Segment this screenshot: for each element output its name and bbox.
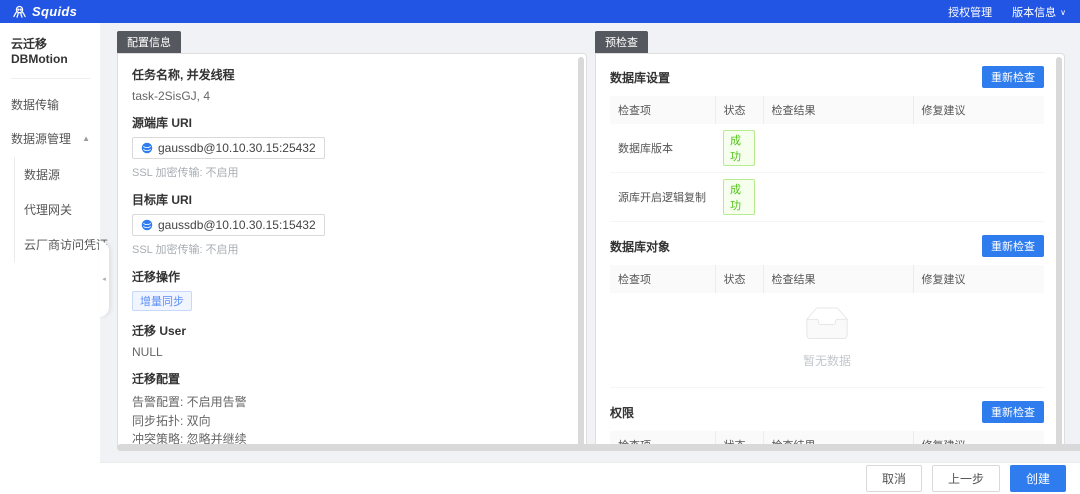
source-uri-field: 源端库 URI gaussdb@10.10.30.15:25432 SSL 加密… [132, 114, 566, 180]
section-database-objects: 数据库对象 重新检查 检查项 状态 检查结果 修复建议 暂无数据 [610, 235, 1044, 388]
precheck-panel: 预检查 数据库设置 重新检查 检查项 状态 检查结果 修复建议 数据库版本 成功… [595, 31, 1065, 462]
field-label: 任务名称, 并发线程 [132, 68, 235, 82]
empty-state: 暂无数据 [610, 293, 1044, 388]
col-fix-suggestion: 修复建议 [912, 96, 1044, 124]
section-database-settings: 数据库设置 重新检查 检查项 状态 检查结果 修复建议 数据库版本 成功 源库开… [610, 66, 1044, 222]
recheck-button[interactable]: 重新检查 [982, 401, 1044, 423]
task-name-value: task-2SisGJ, 4 [132, 89, 211, 103]
col-check-item: 检查项 [610, 265, 715, 293]
target-ssl-note: SSL 加密传输: 不启用 [132, 244, 239, 256]
cancel-button[interactable]: 取消 [865, 465, 922, 492]
create-button[interactable]: 创建 [1009, 465, 1066, 492]
section-title: 权限 [610, 405, 635, 420]
vertical-scrollbar[interactable] [578, 57, 584, 447]
sidebar-subgroup: 数据源 代理网关 云厂商访问凭证 [14, 157, 108, 262]
migration-config-field: 迁移配置 告警配置: 不启用告警 同步拓扑: 双向 冲突策略: 忽略并继续 是否… [132, 370, 566, 450]
migration-user-field: 迁移 User NULL [132, 322, 566, 359]
chevron-down-icon: ∨ [1060, 7, 1066, 17]
fix-suggestion [913, 172, 1044, 222]
check-table: 检查项 状态 检查结果 修复建议 数据库版本 成功 源库开启逻辑复制 成功 [610, 96, 1044, 222]
status-badge: 成功 [723, 130, 755, 166]
fix-suggestion [913, 124, 1044, 173]
config-panel: 配置信息 任务名称, 并发线程 task-2SisGJ, 4 源端库 URI g… [117, 31, 587, 462]
col-status: 状态 [714, 96, 763, 124]
target-uri-field: 目标库 URI gaussdb@10.10.30.15:15432 SSL 加密… [132, 191, 566, 257]
gaussdb-icon [141, 142, 153, 154]
recheck-button[interactable]: 重新检查 [982, 66, 1044, 88]
empty-inbox-icon [806, 307, 848, 339]
col-check-result: 检查结果 [762, 96, 913, 124]
field-label: 迁移 User [132, 324, 187, 338]
brand-name: Squids [32, 4, 78, 19]
target-uri-text: gaussdb@10.10.30.15:15432 [158, 218, 316, 232]
config-card: 任务名称, 并发线程 task-2SisGJ, 4 源端库 URI gaussd… [117, 53, 587, 451]
field-label: 源端库 URI [132, 116, 193, 130]
migration-user-value: NULL [132, 345, 163, 359]
field-label: 迁移配置 [132, 372, 181, 386]
main-content: 配置信息 任务名称, 并发线程 task-2SisGJ, 4 源端库 URI g… [100, 23, 1080, 462]
col-status: 状态 [714, 265, 763, 293]
sidebar-item-proxy-gateway[interactable]: 代理网关 [24, 192, 90, 227]
gaussdb-icon [141, 219, 153, 231]
section-title: 数据库对象 [610, 239, 671, 254]
top-bar: Squids 授权管理 版本信息 ∨ [0, 0, 1080, 23]
empty-text: 暂无数据 [802, 354, 851, 368]
col-check-result: 检查结果 [762, 265, 913, 293]
recheck-button[interactable]: 重新检查 [982, 235, 1044, 257]
source-ssl-note: SSL 加密传输: 不启用 [132, 167, 239, 179]
horizontal-scrollbar[interactable] [117, 444, 1080, 451]
sidebar-item-label: 数据传输 [11, 98, 60, 112]
target-uri-chip: gaussdb@10.10.30.15:15432 [132, 214, 325, 236]
sidebar-collapse-handle[interactable]: ◂ [99, 241, 109, 317]
check-item: 源库开启逻辑复制 [610, 172, 715, 222]
check-item: 数据库版本 [610, 124, 715, 173]
migration-operation-field: 迁移操作 增量同步 [132, 268, 566, 311]
check-table: 检查项 状态 检查结果 修复建议 [610, 265, 1044, 293]
status-badge: 成功 [723, 179, 755, 215]
field-label: 迁移操作 [132, 270, 181, 284]
caret-up-icon: ▲ [82, 134, 90, 143]
migration-config-lines: 告警配置: 不启用告警 同步拓扑: 双向 冲突策略: 忽略并继续 是否过滤 DD… [132, 393, 566, 450]
sidebar-item-datasource-mgmt[interactable]: 数据源管理 ▲ [11, 130, 90, 147]
config-line: 告警配置: 不启用告警 [132, 395, 247, 409]
check-result [763, 124, 913, 173]
precheck-card: 数据库设置 重新检查 检查项 状态 检查结果 修复建议 数据库版本 成功 源库开… [595, 53, 1065, 451]
top-nav: 授权管理 版本信息 ∨ [948, 4, 1066, 20]
source-uri-text: gaussdb@10.10.30.15:25432 [158, 141, 316, 155]
config-line: 同步拓扑: 双向 [132, 413, 211, 428]
sidebar: 云迁移 DBMotion 数据传输 数据源管理 ▲ 数据源 代理网关 云厂商访问… [0, 23, 109, 494]
squid-logo-icon [12, 4, 27, 19]
nav-license[interactable]: 授权管理 [948, 4, 992, 20]
sidebar-item-datasource[interactable]: 数据源 [24, 157, 90, 192]
table-row: 源库开启逻辑复制 成功 [610, 172, 1044, 222]
check-result [763, 172, 913, 222]
section-title: 数据库设置 [610, 70, 671, 85]
col-check-item: 检查项 [610, 96, 715, 124]
tab-precheck[interactable]: 预检查 [595, 31, 648, 53]
field-label: 目标库 URI [132, 193, 193, 207]
source-uri-chip: gaussdb@10.10.30.15:25432 [132, 137, 325, 159]
vertical-scrollbar[interactable] [1056, 57, 1062, 447]
nav-license-label: 授权管理 [948, 6, 993, 19]
sidebar-title: 云迁移 DBMotion [11, 35, 90, 79]
footer-bar: 取消 上一步 创建 [100, 462, 1080, 494]
nav-version[interactable]: 版本信息 ∨ [1012, 4, 1066, 20]
nav-version-label: 版本信息 [1012, 6, 1057, 19]
table-row: 数据库版本 成功 [610, 124, 1044, 173]
sidebar-item-cloud-credentials[interactable]: 云厂商访问凭证 [24, 227, 108, 262]
tab-config-info[interactable]: 配置信息 [117, 31, 181, 53]
incremental-sync-badge: 增量同步 [132, 291, 192, 311]
task-name-field: 任务名称, 并发线程 task-2SisGJ, 4 [132, 66, 566, 103]
previous-step-button[interactable]: 上一步 [931, 465, 1000, 492]
brand: Squids [12, 4, 77, 19]
col-fix-suggestion: 修复建议 [912, 265, 1044, 293]
sidebar-item-data-transfer[interactable]: 数据传输 [11, 96, 90, 113]
sidebar-item-label: 数据源管理 [11, 132, 72, 146]
